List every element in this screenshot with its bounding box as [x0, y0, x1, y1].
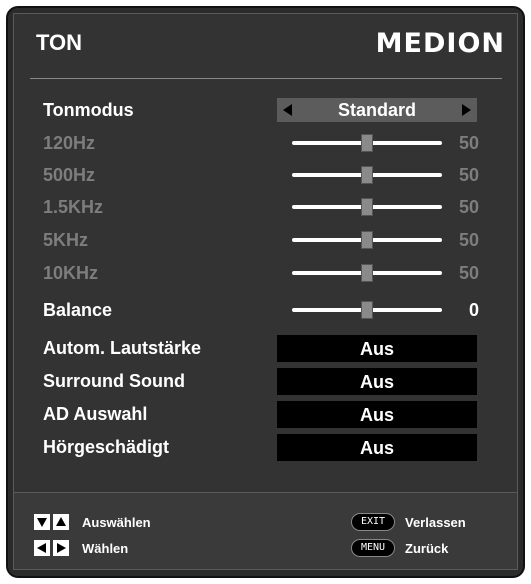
option-value-box[interactable]: Aus	[277, 368, 477, 395]
menu-row-tonmodus[interactable]: Tonmodus Standard	[14, 97, 519, 127]
arrow-down-key-icon	[34, 514, 50, 530]
menu-row-10khz[interactable]: 10KHz 50	[14, 260, 519, 290]
hint-select-label: Auswählen	[82, 514, 151, 530]
option-value-box[interactable]: Aus	[277, 434, 477, 461]
menu-row-120hz[interactable]: 120Hz 50	[14, 130, 519, 160]
menu-row-hoergeschaedigt[interactable]: Hörgeschädigt Aus	[14, 434, 519, 464]
menu-row-balance[interactable]: Balance 0	[14, 297, 519, 327]
arrow-up-key-icon	[53, 514, 69, 530]
eq-slider-10khz[interactable]	[292, 264, 442, 282]
balance-label: Balance	[43, 300, 113, 320]
menu-row-ad-auswahl[interactable]: AD Auswahl Aus	[14, 401, 519, 431]
eq-band-label: 10KHz	[43, 263, 99, 283]
option-value-box[interactable]: Aus	[277, 335, 477, 362]
menu-title: TON	[36, 30, 83, 55]
balance-value: 0	[468, 300, 479, 320]
sound-menu-panel: TON MEDION Tonmodus Standard 120Hz 50 50…	[13, 13, 518, 493]
menu-row-500hz[interactable]: 500Hz 50	[14, 162, 519, 192]
tonmodus-value: Standard	[337, 100, 416, 120]
eq-slider-1-5khz[interactable]	[292, 198, 442, 216]
eq-slider-500hz[interactable]	[292, 166, 442, 184]
slider-thumb[interactable]	[361, 198, 373, 216]
hint-change-label: Wählen	[82, 540, 129, 556]
hint-select: Auswählen	[34, 512, 151, 532]
eq-slider-5khz[interactable]	[292, 231, 442, 249]
menu-row-autom-lautstaerke[interactable]: Autom. Lautstärke Aus	[14, 335, 519, 365]
slider-thumb[interactable]	[361, 264, 373, 282]
balance-slider[interactable]	[292, 301, 442, 319]
eq-band-label: 5KHz	[43, 230, 89, 250]
eq-band-value: 50	[458, 197, 479, 217]
eq-band-label: 1.5KHz	[43, 197, 104, 217]
eq-band-label: 120Hz	[43, 133, 96, 153]
footer-help-bar: Auswählen Wählen EXIT Verlassen MENU Zur…	[13, 493, 518, 570]
menu-row-surround-sound[interactable]: Surround Sound Aus	[14, 368, 519, 398]
option-label: AD Auswahl	[43, 404, 148, 424]
slider-thumb[interactable]	[361, 166, 373, 184]
tonmodus-selector[interactable]: Standard	[277, 98, 477, 122]
menu-row-1-5khz[interactable]: 1.5KHz 50	[14, 194, 519, 224]
hint-exit-label: Verlassen	[405, 514, 466, 530]
hint-menu: MENU Zurück	[351, 538, 448, 558]
arrow-right-icon[interactable]	[462, 104, 471, 116]
slider-thumb[interactable]	[361, 134, 373, 152]
tonmodus-label: Tonmodus	[43, 100, 134, 120]
eq-band-value: 50	[458, 230, 479, 250]
hint-exit: EXIT Verlassen	[351, 512, 466, 532]
hint-menu-label: Zurück	[405, 540, 449, 556]
eq-band-value: 50	[458, 133, 479, 153]
slider-thumb[interactable]	[361, 231, 373, 249]
eq-slider-120hz[interactable]	[292, 134, 442, 152]
eq-band-value: 50	[458, 263, 479, 283]
eq-band-label: 500Hz	[43, 165, 96, 185]
option-label: Surround Sound	[43, 371, 185, 391]
option-value-box[interactable]: Aus	[277, 401, 477, 428]
exit-key-icon: EXIT	[351, 513, 395, 531]
option-label: Autom. Lautstärke	[43, 338, 202, 358]
eq-band-value: 50	[458, 165, 479, 185]
arrow-right-key-icon	[53, 540, 69, 556]
slider-thumb[interactable]	[361, 301, 373, 319]
arrow-left-key-icon	[34, 540, 50, 556]
brand-logo: MEDION	[375, 28, 505, 59]
hint-change: Wählen	[34, 538, 128, 558]
header-divider	[30, 78, 502, 79]
menu-key-icon: MENU	[351, 539, 395, 557]
menu-row-5khz[interactable]: 5KHz 50	[14, 227, 519, 257]
option-label: Hörgeschädigt	[43, 437, 170, 457]
